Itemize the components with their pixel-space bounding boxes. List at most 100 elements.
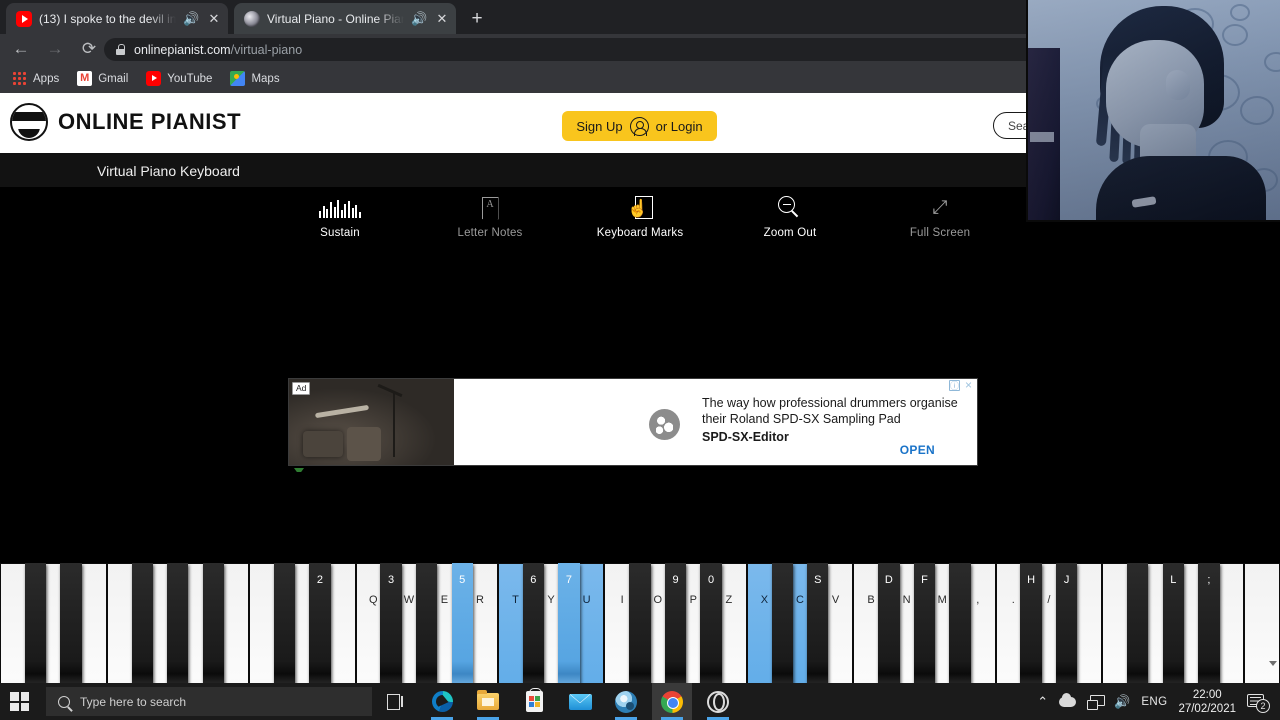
toolbar-item-zoom-out[interactable]: Zoom Out bbox=[742, 193, 838, 239]
piano-black-key[interactable] bbox=[522, 563, 544, 689]
sustain-bars-icon bbox=[292, 193, 388, 223]
toolbar-item-sustain[interactable]: Sustain bbox=[292, 193, 388, 239]
piano-black-key[interactable] bbox=[878, 563, 900, 689]
piano-black-key[interactable] bbox=[1162, 563, 1184, 689]
bookmark-maps[interactable]: Maps bbox=[230, 71, 280, 86]
piano-black-key[interactable] bbox=[416, 563, 438, 689]
chrome-icon[interactable] bbox=[652, 683, 692, 720]
taskbar-search-input[interactable]: Type here to search bbox=[46, 687, 372, 716]
bookmark-apps[interactable]: Apps bbox=[12, 71, 59, 86]
ad-close-icon[interactable]: × bbox=[963, 379, 974, 391]
piano-black-key[interactable] bbox=[273, 563, 296, 689]
scroll-down-arrow-icon[interactable] bbox=[1269, 661, 1277, 666]
language-indicator[interactable]: ENG bbox=[1141, 696, 1167, 708]
advertisement-banner[interactable]: Ad The way how professional drummers org… bbox=[288, 378, 978, 466]
microsoft-store-icon[interactable] bbox=[514, 683, 554, 720]
piano-black-key[interactable] bbox=[167, 563, 189, 689]
login-label: or Login bbox=[655, 118, 703, 134]
address-bar-url: onlinepianist.com/virtual-piano bbox=[134, 43, 302, 57]
bookmark-label: Maps bbox=[251, 72, 280, 85]
system-tray: ⌃ 🔊 ENG 22:00 27/02/2021 2 bbox=[1037, 683, 1280, 720]
youtube-icon bbox=[146, 71, 162, 86]
piano-black-key[interactable] bbox=[60, 563, 82, 689]
volume-icon[interactable]: 🔊 bbox=[1114, 695, 1130, 708]
back-button[interactable]: ← bbox=[8, 36, 34, 62]
notification-count: 2 bbox=[1256, 698, 1270, 713]
toolbar-item-keyboard-marks[interactable]: ☝ Keyboard Marks bbox=[592, 193, 688, 239]
site-logo[interactable]: ONLINE PIANIST bbox=[10, 103, 241, 141]
maps-icon bbox=[230, 71, 246, 86]
browser-tab-1[interactable]: (13) I spoke to the devil in M 🔊 ✕ bbox=[6, 3, 228, 34]
piano-black-key[interactable] bbox=[131, 563, 153, 689]
bookmark-gmail[interactable]: Gmail bbox=[77, 71, 128, 86]
piano-black-key[interactable] bbox=[700, 563, 722, 689]
ad-open-button[interactable]: OPEN bbox=[900, 443, 935, 457]
network-icon[interactable] bbox=[1087, 694, 1106, 710]
piano-black-key[interactable] bbox=[1056, 563, 1078, 689]
clock[interactable]: 22:00 27/02/2021 bbox=[1178, 688, 1236, 716]
bookmark-label: Apps bbox=[33, 72, 60, 85]
forward-button[interactable]: → bbox=[42, 36, 68, 62]
onedrive-cloud-icon[interactable] bbox=[1059, 692, 1077, 707]
ad-headline-line-2: their Roland SPD-SX Sampling Pad bbox=[702, 412, 901, 426]
piano-black-key[interactable] bbox=[202, 563, 224, 689]
edge-icon[interactable] bbox=[422, 683, 462, 720]
piano-black-key[interactable] bbox=[949, 563, 971, 689]
ad-info-icon[interactable]: ⓘ bbox=[949, 380, 960, 391]
tab-close-icon[interactable]: ✕ bbox=[206, 11, 222, 27]
reload-button[interactable]: ⟳ bbox=[76, 36, 102, 62]
keyboard-marks-icon: ☝ bbox=[592, 193, 688, 223]
toolbar-label: Letter Notes bbox=[457, 227, 523, 239]
letter-notes-icon bbox=[442, 193, 538, 223]
url-domain: onlinepianist.com bbox=[134, 42, 231, 57]
toolbar-item-full-screen[interactable]: ⤢ Full Screen bbox=[892, 193, 988, 239]
mail-icon[interactable] bbox=[560, 683, 600, 720]
piano-black-key[interactable] bbox=[1198, 563, 1220, 689]
site-logo-text: ONLINE PIANIST bbox=[58, 109, 242, 134]
new-tab-button[interactable]: + bbox=[466, 8, 488, 30]
piano-black-key[interactable] bbox=[771, 563, 793, 689]
piano-black-key[interactable] bbox=[451, 563, 473, 689]
task-view-icon[interactable] bbox=[376, 683, 416, 720]
bookmark-label: YouTube bbox=[167, 72, 213, 85]
toolbar-label: Keyboard Marks bbox=[596, 227, 684, 239]
steam-icon[interactable] bbox=[606, 683, 646, 720]
sign-up-label: Sign Up bbox=[576, 118, 623, 134]
ad-badge: Ad bbox=[292, 382, 311, 395]
gmail-icon bbox=[77, 71, 93, 86]
zoom-out-icon bbox=[742, 193, 838, 223]
piano-black-key[interactable] bbox=[807, 563, 829, 689]
tab-close-icon[interactable]: ✕ bbox=[434, 11, 450, 27]
action-center-icon[interactable]: 2 bbox=[1247, 691, 1271, 713]
sign-up-login-button[interactable]: Sign Up or Login bbox=[562, 111, 717, 141]
piano-black-key[interactable] bbox=[913, 563, 936, 689]
piano-black-key[interactable] bbox=[309, 563, 331, 689]
ad-brand: SPD-SX-Editor bbox=[702, 430, 789, 444]
page-title: Virtual Piano Keyboard bbox=[97, 163, 240, 179]
browser-tab-2[interactable]: Virtual Piano - Online Piano K 🔊 ✕ bbox=[234, 3, 456, 34]
clock-date: 27/02/2021 bbox=[1178, 702, 1236, 715]
show-hidden-icons-chevron-icon[interactable]: ⌃ bbox=[1037, 695, 1048, 708]
tab-audio-icon[interactable]: 🔊 bbox=[411, 11, 427, 27]
piano-black-key[interactable] bbox=[24, 563, 47, 689]
piano-black-key[interactable] bbox=[664, 563, 687, 689]
piano-black-key[interactable] bbox=[629, 563, 651, 689]
webcam-border bbox=[1026, 0, 1280, 222]
toolbar-label: Full Screen bbox=[909, 227, 971, 239]
taskbar-search-placeholder: Type here to search bbox=[80, 694, 187, 709]
piano-black-key[interactable] bbox=[1127, 563, 1149, 689]
youtube-icon bbox=[16, 10, 32, 27]
bookmark-youtube[interactable]: YouTube bbox=[146, 71, 212, 86]
piano-black-key[interactable] bbox=[380, 563, 402, 689]
pianist-face-icon bbox=[10, 103, 48, 141]
piano-black-key[interactable] bbox=[1020, 563, 1042, 689]
opera-gx-icon[interactable] bbox=[698, 683, 738, 720]
start-button[interactable] bbox=[10, 692, 29, 711]
user-avatar-icon bbox=[629, 116, 649, 136]
toolbar-item-letter-notes[interactable]: Letter Notes bbox=[442, 193, 538, 239]
piano-icon bbox=[244, 10, 260, 27]
tab-audio-icon[interactable]: 🔊 bbox=[183, 11, 199, 27]
piano-black-key[interactable] bbox=[558, 563, 580, 689]
piano-keyboard: Q W E R T Y U I O P Z X C V B N M,./2 3 5 6 7 9 0 S D F H J L; bbox=[0, 472, 1280, 720]
file-explorer-icon[interactable] bbox=[468, 683, 508, 720]
